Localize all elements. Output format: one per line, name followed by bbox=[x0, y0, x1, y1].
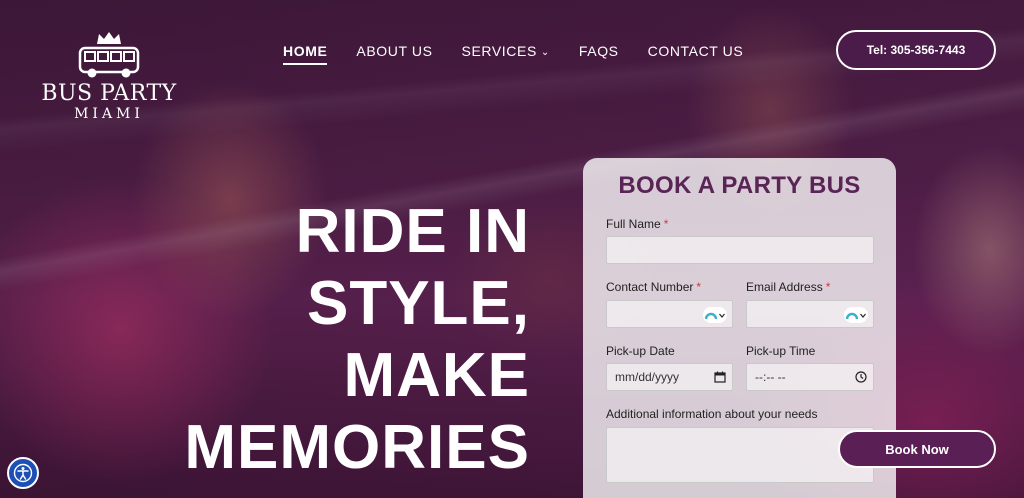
hero-line-4: MEMORIES bbox=[184, 413, 530, 482]
additional-info-textarea[interactable] bbox=[606, 427, 874, 483]
logo-title: BUS PARTY bbox=[41, 81, 177, 106]
required-mark: * bbox=[825, 280, 831, 294]
required-mark: * bbox=[696, 280, 702, 294]
pickup-time-value: --:-- -- bbox=[755, 370, 786, 384]
additional-info-label: Additional information about your needs bbox=[606, 407, 818, 421]
nav-item-label: CONTACT US bbox=[647, 43, 744, 59]
full-name-label: Full Name * bbox=[606, 217, 669, 231]
hero-line-1: RIDE IN bbox=[295, 197, 530, 266]
emoji-picker-icon[interactable] bbox=[703, 307, 727, 323]
pickup-date-value: mm/dd/yyyy bbox=[615, 370, 680, 384]
email-address-label: Email Address * bbox=[746, 280, 831, 294]
contact-number-label: Contact Number * bbox=[606, 280, 702, 294]
accessibility-icon[interactable] bbox=[7, 457, 39, 489]
pickup-date-field[interactable]: mm/dd/yyyy bbox=[606, 363, 733, 391]
hero-headline: RIDE IN STYLE, MAKE MEMORIES bbox=[150, 196, 530, 484]
nav-item-label: ABOUT US bbox=[356, 43, 433, 59]
chevron-down-icon: ⌄ bbox=[540, 47, 550, 58]
nav-item-contact-us[interactable]: CONTACT US bbox=[648, 43, 744, 65]
nav-item-about-us[interactable]: ABOUT US bbox=[356, 43, 432, 65]
main-nav: HOME ABOUT US SERVICES ⌄ FAQS CONTACT US bbox=[283, 42, 772, 66]
pickup-time-label: Pick-up Time bbox=[746, 344, 816, 358]
pickup-time-field[interactable]: --:-- -- bbox=[746, 363, 874, 391]
pickup-date-label: Pick-up Date bbox=[606, 344, 675, 358]
crown-icon bbox=[97, 32, 121, 44]
hero-line-3: MAKE bbox=[343, 341, 530, 410]
hero-line-2: STYLE, bbox=[306, 269, 530, 338]
emoji-picker-icon[interactable] bbox=[844, 307, 868, 323]
email-address-field[interactable] bbox=[746, 300, 874, 328]
nav-item-faqs[interactable]: FAQS bbox=[579, 43, 619, 65]
form-title: BOOK A PARTY BUS bbox=[618, 172, 861, 199]
bus-icon bbox=[78, 46, 140, 78]
full-name-field[interactable] bbox=[606, 236, 874, 264]
nav-item-label: SERVICES bbox=[461, 43, 537, 59]
logo-subtitle: MIAMI bbox=[74, 106, 144, 122]
phone-button[interactable]: Tel: 305-356-7443 bbox=[836, 30, 996, 70]
calendar-icon[interactable] bbox=[714, 371, 726, 383]
clock-icon[interactable] bbox=[855, 371, 867, 383]
contact-number-field[interactable] bbox=[606, 300, 733, 328]
nav-item-services[interactable]: SERVICES ⌄ bbox=[462, 43, 550, 65]
nav-item-home[interactable]: HOME bbox=[283, 43, 328, 65]
required-mark: * bbox=[663, 217, 669, 231]
nav-item-label: FAQS bbox=[578, 43, 619, 59]
book-now-button[interactable]: Book Now bbox=[838, 430, 996, 468]
site-logo[interactable]: BUS PARTY MIAMI bbox=[34, 30, 184, 122]
nav-item-label: HOME bbox=[283, 43, 328, 59]
